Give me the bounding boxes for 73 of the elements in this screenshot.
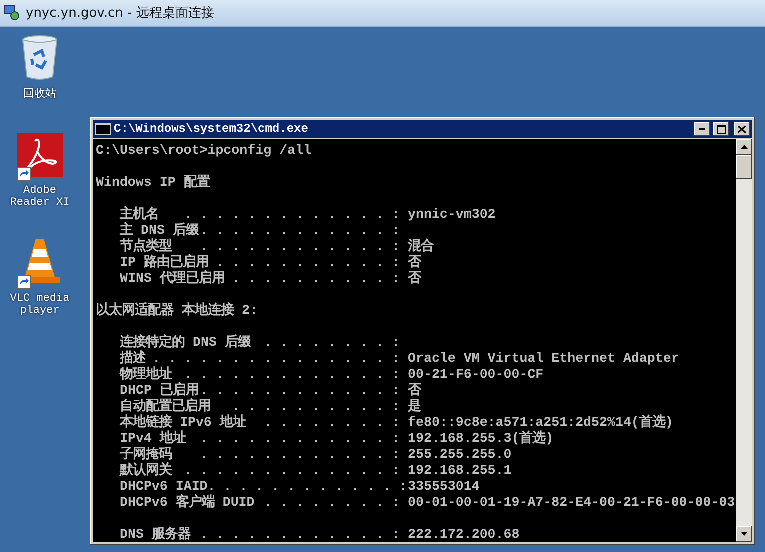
entry-label: 本地链接 IPv6 地址 xyxy=(120,415,246,430)
maximize-button[interactable] xyxy=(713,122,729,136)
pdf-reader-icon[interactable] xyxy=(17,133,63,177)
dot-leader: . . . . . . . . . . . : xyxy=(216,255,400,271)
dot-leader: . . . . . . . . : xyxy=(264,415,400,431)
dot-leader: . . . . . . . . . . . . . : xyxy=(184,367,400,382)
entry-label: 物理地址 xyxy=(120,367,172,382)
entry-value: 00-01-00-01-19-A7-82-E4-00-21-F6-00-00-03 xyxy=(408,495,736,511)
scroll-up-button[interactable] xyxy=(736,139,752,155)
close-icon xyxy=(738,126,746,132)
entry-value: fe80::9c8e:a571:a251:2d52%14(首选) xyxy=(408,415,674,430)
console-icon xyxy=(95,123,111,135)
entry-label: IP 路由已启用 xyxy=(120,255,209,270)
console-line: Windows IP 配置 xyxy=(96,175,210,191)
dot-leader: . . . . . . . . . . . . : xyxy=(200,527,400,542)
entry-label: 自动配置已启用 xyxy=(120,399,211,414)
dot-leader: . . . . . . . . . . . . . . . : xyxy=(152,351,400,366)
dot-leader: . . . . . . . . . . . . . : xyxy=(184,207,400,222)
dot-leader: . . . . . . . . . . . . : xyxy=(200,383,400,399)
entry-value: 否 xyxy=(408,255,421,271)
desktop-icon-label[interactable]: VLC media player xyxy=(5,293,75,317)
down-arrow-icon xyxy=(740,532,748,536)
entry-label: IPv4 地址 xyxy=(120,431,186,446)
up-arrow-icon xyxy=(740,145,748,149)
entry-value: 222.172.200.68 xyxy=(408,527,520,542)
entry-value: Oracle VM Virtual Ethernet Adapter xyxy=(408,351,680,367)
entry-label: 主 DNS 后缀 xyxy=(120,223,199,238)
recycle-bin-icon[interactable] xyxy=(20,35,60,81)
console-line: 以太网适配器 本地连接 2: xyxy=(96,303,258,319)
dot-leader: . . . . . . . . . . . . : xyxy=(200,223,400,239)
desktop-icon-label[interactable]: Adobe Reader XI xyxy=(5,185,75,209)
dot-leader: . . . . . . . . . . . . : xyxy=(208,479,408,494)
remote-desktop-icon xyxy=(4,5,20,21)
dot-leader: . . . . . . . . . . . . : xyxy=(200,239,400,255)
entry-value: 否 xyxy=(408,271,421,287)
entry-value: 是 xyxy=(408,399,421,415)
entry-value: 255.255.255.0 xyxy=(408,447,512,463)
scroll-thumb[interactable] xyxy=(736,155,752,179)
console-title: C:\Windows\system32\cmd.exe xyxy=(114,122,310,136)
entry-label: WINS 代理已启用 xyxy=(120,271,225,287)
desktop-icon-label[interactable]: 回收站 xyxy=(5,89,75,101)
console-line: C:\Users\root>ipconfig /all xyxy=(96,143,312,159)
minimize-icon xyxy=(699,128,705,130)
entry-label: 子网掩码 xyxy=(120,447,172,462)
dot-leader: . . . . . . . . . . : xyxy=(232,271,400,287)
entry-value: 混合 xyxy=(408,239,434,255)
dot-leader: . . . . . . . . : xyxy=(264,495,400,511)
entry-value: 否 xyxy=(408,383,421,399)
window-title: ynyc.yn.gov.cn - 远程桌面连接 xyxy=(26,5,214,22)
entry-label: 主机名 xyxy=(120,207,159,222)
maximize-icon xyxy=(716,124,726,134)
entry-label: 默认网关 xyxy=(120,463,172,479)
dot-leader: . . . . . . . . : xyxy=(264,335,400,351)
entry-label: DHCPv6 客户端 DUID xyxy=(120,495,255,511)
entry-value: ynnic-vm302 xyxy=(408,207,496,223)
entry-value: 192.168.255.3(首选) xyxy=(408,431,554,447)
entry-label: 描述 xyxy=(120,351,146,366)
entry-value: 335553014 xyxy=(408,479,480,495)
scroll-down-button[interactable] xyxy=(736,526,752,542)
entry-value: 192.168.255.1 xyxy=(408,463,512,479)
entry-value: 00-21-F6-00-00-CF xyxy=(408,367,544,383)
entry-label: DNS 服务器 xyxy=(120,527,191,542)
scrollbar[interactable] xyxy=(736,139,752,542)
close-button[interactable] xyxy=(734,122,750,136)
entry-label: 连接特定的 DNS 后缀 xyxy=(120,335,251,350)
dot-leader: . . . . . . . . . . . . : xyxy=(200,431,400,447)
dot-leader: . . . . . . . . . . : xyxy=(232,399,400,414)
minimize-button[interactable] xyxy=(694,122,710,136)
entry-label: 节点类型 xyxy=(120,239,172,254)
entry-label: DHCPv6 IAID xyxy=(120,479,208,494)
dot-leader: . . . . . . . . . . . . . : xyxy=(184,463,400,479)
entry-label: DHCP 已启用 xyxy=(120,383,199,398)
dot-leader: . . . . . . . . . . . . : xyxy=(200,447,400,463)
